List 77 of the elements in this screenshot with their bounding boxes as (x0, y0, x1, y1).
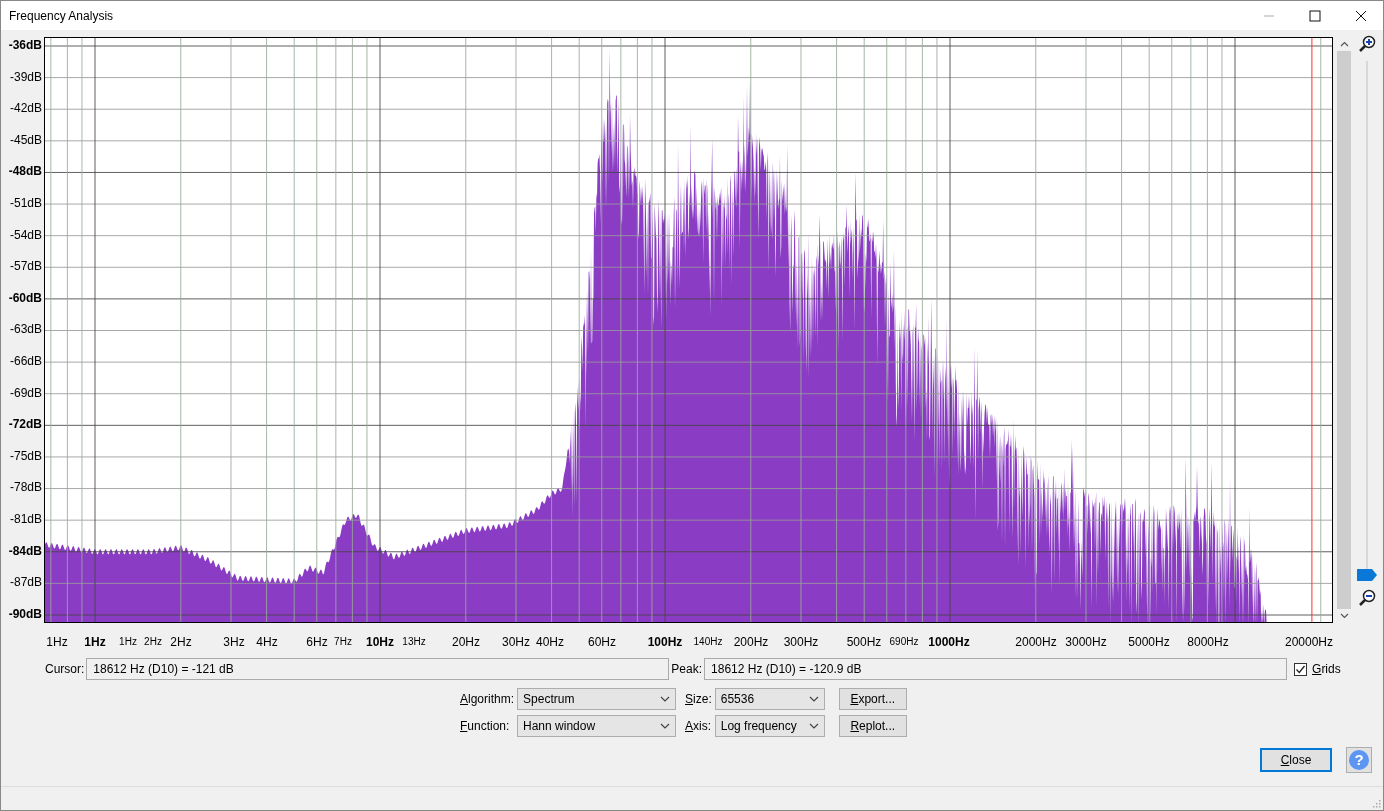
zoom-in-icon[interactable] (1358, 35, 1376, 53)
grids-checkbox[interactable] (1294, 662, 1308, 676)
slider-thumb[interactable] (1357, 569, 1377, 581)
y-axis-label: -87dB (9, 574, 43, 592)
x-axis-label: 3000Hz (1065, 635, 1107, 649)
y-axis-label: -42dB (9, 100, 43, 118)
scroll-down-icon[interactable] (1339, 613, 1349, 619)
cursor-label: Cursor: (45, 662, 85, 676)
caret-icon (808, 696, 819, 702)
close-button[interactable]: Close (1260, 748, 1332, 772)
x-axis-label: 1000Hz (928, 635, 970, 649)
y-axis-label: -54dB (9, 226, 43, 244)
grids-label: Grids (1312, 662, 1341, 676)
x-axis-label: 500Hz (846, 635, 882, 649)
caret-icon (808, 723, 819, 729)
control-label: Axis: (685, 719, 712, 733)
y-axis-label: -51dB (9, 194, 43, 212)
scroll-up-icon[interactable] (1339, 41, 1349, 47)
y-axis-label: -39dB (9, 68, 43, 86)
y-axis-label: -45dB (9, 131, 43, 149)
x-axis-label: 690Hz (889, 636, 919, 647)
cursor-field[interactable]: 18612 Hz (D10) = -121 dB (86, 658, 670, 680)
action-button[interactable]: Export... (838, 688, 907, 710)
maximize-icon[interactable] (1309, 9, 1321, 22)
x-axis-label: 200Hz (733, 635, 769, 649)
control-label: Function: (460, 719, 511, 733)
x-axis-label: 1Hz (119, 636, 137, 647)
y-axis-label: -78dB (9, 479, 43, 497)
x-axis-label: 10Hz (366, 635, 394, 649)
x-axis-label: 3Hz (223, 635, 245, 649)
x-axis-label: 4Hz (256, 635, 278, 649)
x-axis-label: 2Hz (144, 636, 162, 647)
dropdown[interactable]: Spectrum (517, 688, 677, 710)
caret-icon (660, 723, 671, 729)
y-axis-label: -69dB (9, 384, 43, 402)
control-label: Size: (685, 692, 712, 706)
x-axis-label: 1Hz (84, 635, 106, 649)
dropdown[interactable]: Hann window (517, 715, 677, 737)
x-axis-label: 6Hz (306, 635, 328, 649)
x-axis-label: 60Hz (588, 635, 616, 649)
action-button[interactable]: Replot... (838, 715, 907, 737)
zoom-out-icon[interactable] (1358, 589, 1376, 607)
y-axis-label: -81dB (9, 510, 43, 528)
x-axis-label: 13Hz (402, 636, 426, 647)
y-axis-label: -66dB (9, 352, 43, 370)
x-axis-label: 2Hz (170, 635, 192, 649)
x-axis-label: 100Hz (647, 635, 683, 649)
y-axis-label: -90dB (8, 605, 43, 623)
resize-grip-icon[interactable] (1371, 798, 1381, 808)
zoom-slider[interactable] (1357, 61, 1377, 581)
peak-label: Peak: (671, 662, 703, 676)
x-axis-label: 300Hz (783, 635, 819, 649)
peak-field[interactable]: 18612 Hz (D10) = -120.9 dB (704, 658, 1288, 680)
control-label: Algorithm: (460, 692, 515, 706)
y-axis-label: -57dB (9, 258, 43, 276)
dropdown[interactable]: 65536 (714, 688, 825, 710)
y-axis-label: -84dB (8, 542, 43, 560)
x-axis-label: 20000Hz (1285, 635, 1333, 649)
close-icon[interactable] (1355, 9, 1367, 22)
x-axis-label: 1Hz (46, 635, 68, 649)
y-axis-label: -48dB (8, 163, 43, 181)
x-axis-label: 8000Hz (1187, 635, 1229, 649)
x-axis-label: 2000Hz (1015, 635, 1057, 649)
y-axis-label: -63dB (9, 321, 43, 339)
y-axis-label: -75dB (9, 447, 43, 465)
x-axis-label: 30Hz (502, 635, 530, 649)
x-axis-label: 20Hz (452, 635, 480, 649)
window-title: Frequency Analysis (8, 8, 114, 23)
x-axis-label: 7Hz (334, 636, 352, 647)
x-axis-label: 40Hz (536, 635, 564, 649)
x-axis-label: 140Hz (693, 636, 723, 647)
y-axis-label: -60dB (8, 289, 43, 307)
y-axis-label: -72dB (8, 416, 43, 434)
x-axis-label: 5000Hz (1128, 635, 1170, 649)
caret-icon (660, 696, 671, 702)
y-axis-label: -36dB (8, 37, 43, 54)
dropdown[interactable]: Log frequency (714, 715, 825, 737)
